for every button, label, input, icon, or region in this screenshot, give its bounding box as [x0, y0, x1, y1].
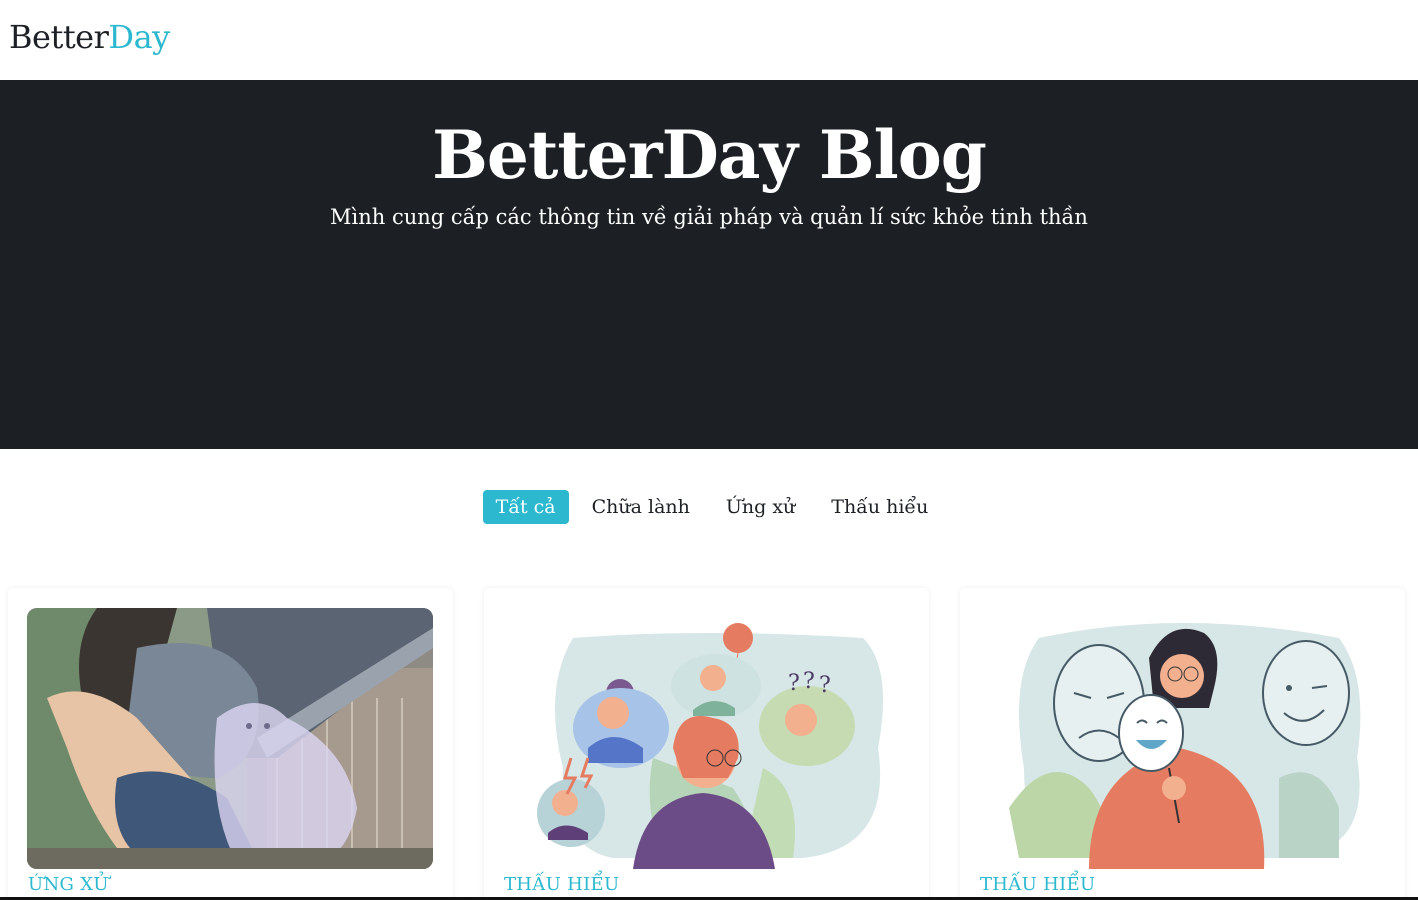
post-thumbnail[interactable]: ? ? ? [503, 608, 909, 869]
filter-all-button[interactable]: Tất cả [482, 490, 569, 524]
woman-many-emotions-illustration: ? ? ? [503, 608, 909, 869]
navbar: BetterDay [0, 0, 1418, 80]
post-category-link[interactable]: ỨNG XỬ [28, 874, 109, 895]
post-category-link[interactable]: THẤU HIỂU [504, 874, 619, 895]
svg-text:?: ? [819, 673, 831, 698]
brand-logo[interactable]: BetterDay [9, 18, 170, 56]
hero-subtitle: Mình cung cấp các thông tin về giải pháp… [330, 205, 1088, 229]
post-category-link[interactable]: THẤU HIỂU [980, 874, 1095, 895]
post-card[interactable]: THẤU HIỂU [960, 588, 1405, 900]
hero-title: BetterDay Blog [432, 116, 987, 194]
woman-with-masks-illustration [979, 608, 1385, 869]
filter-behavior-button[interactable]: Ứng xử [713, 490, 808, 524]
filter-understanding-button[interactable]: Thấu hiểu [818, 490, 941, 524]
brand-main: Better [9, 18, 109, 56]
filter-healing-button[interactable]: Chữa lành [579, 490, 703, 524]
post-thumbnail[interactable] [27, 608, 433, 869]
brand-accent: Day [108, 18, 170, 56]
post-card[interactable]: ỨNG XỬ [8, 588, 453, 900]
svg-text:?: ? [803, 669, 815, 694]
category-filter-bar: Tất cả Chữa lành Ứng xử Thấu hiểu [0, 490, 1418, 524]
post-card[interactable]: ? ? ? THẤU HIỂU [484, 588, 929, 900]
hero-banner: BetterDay Blog Mình cung cấp các thông t… [0, 80, 1418, 449]
girl-with-ghost-cat-illustration [27, 608, 433, 869]
svg-text:?: ? [788, 671, 800, 696]
post-thumbnail[interactable] [979, 608, 1385, 869]
